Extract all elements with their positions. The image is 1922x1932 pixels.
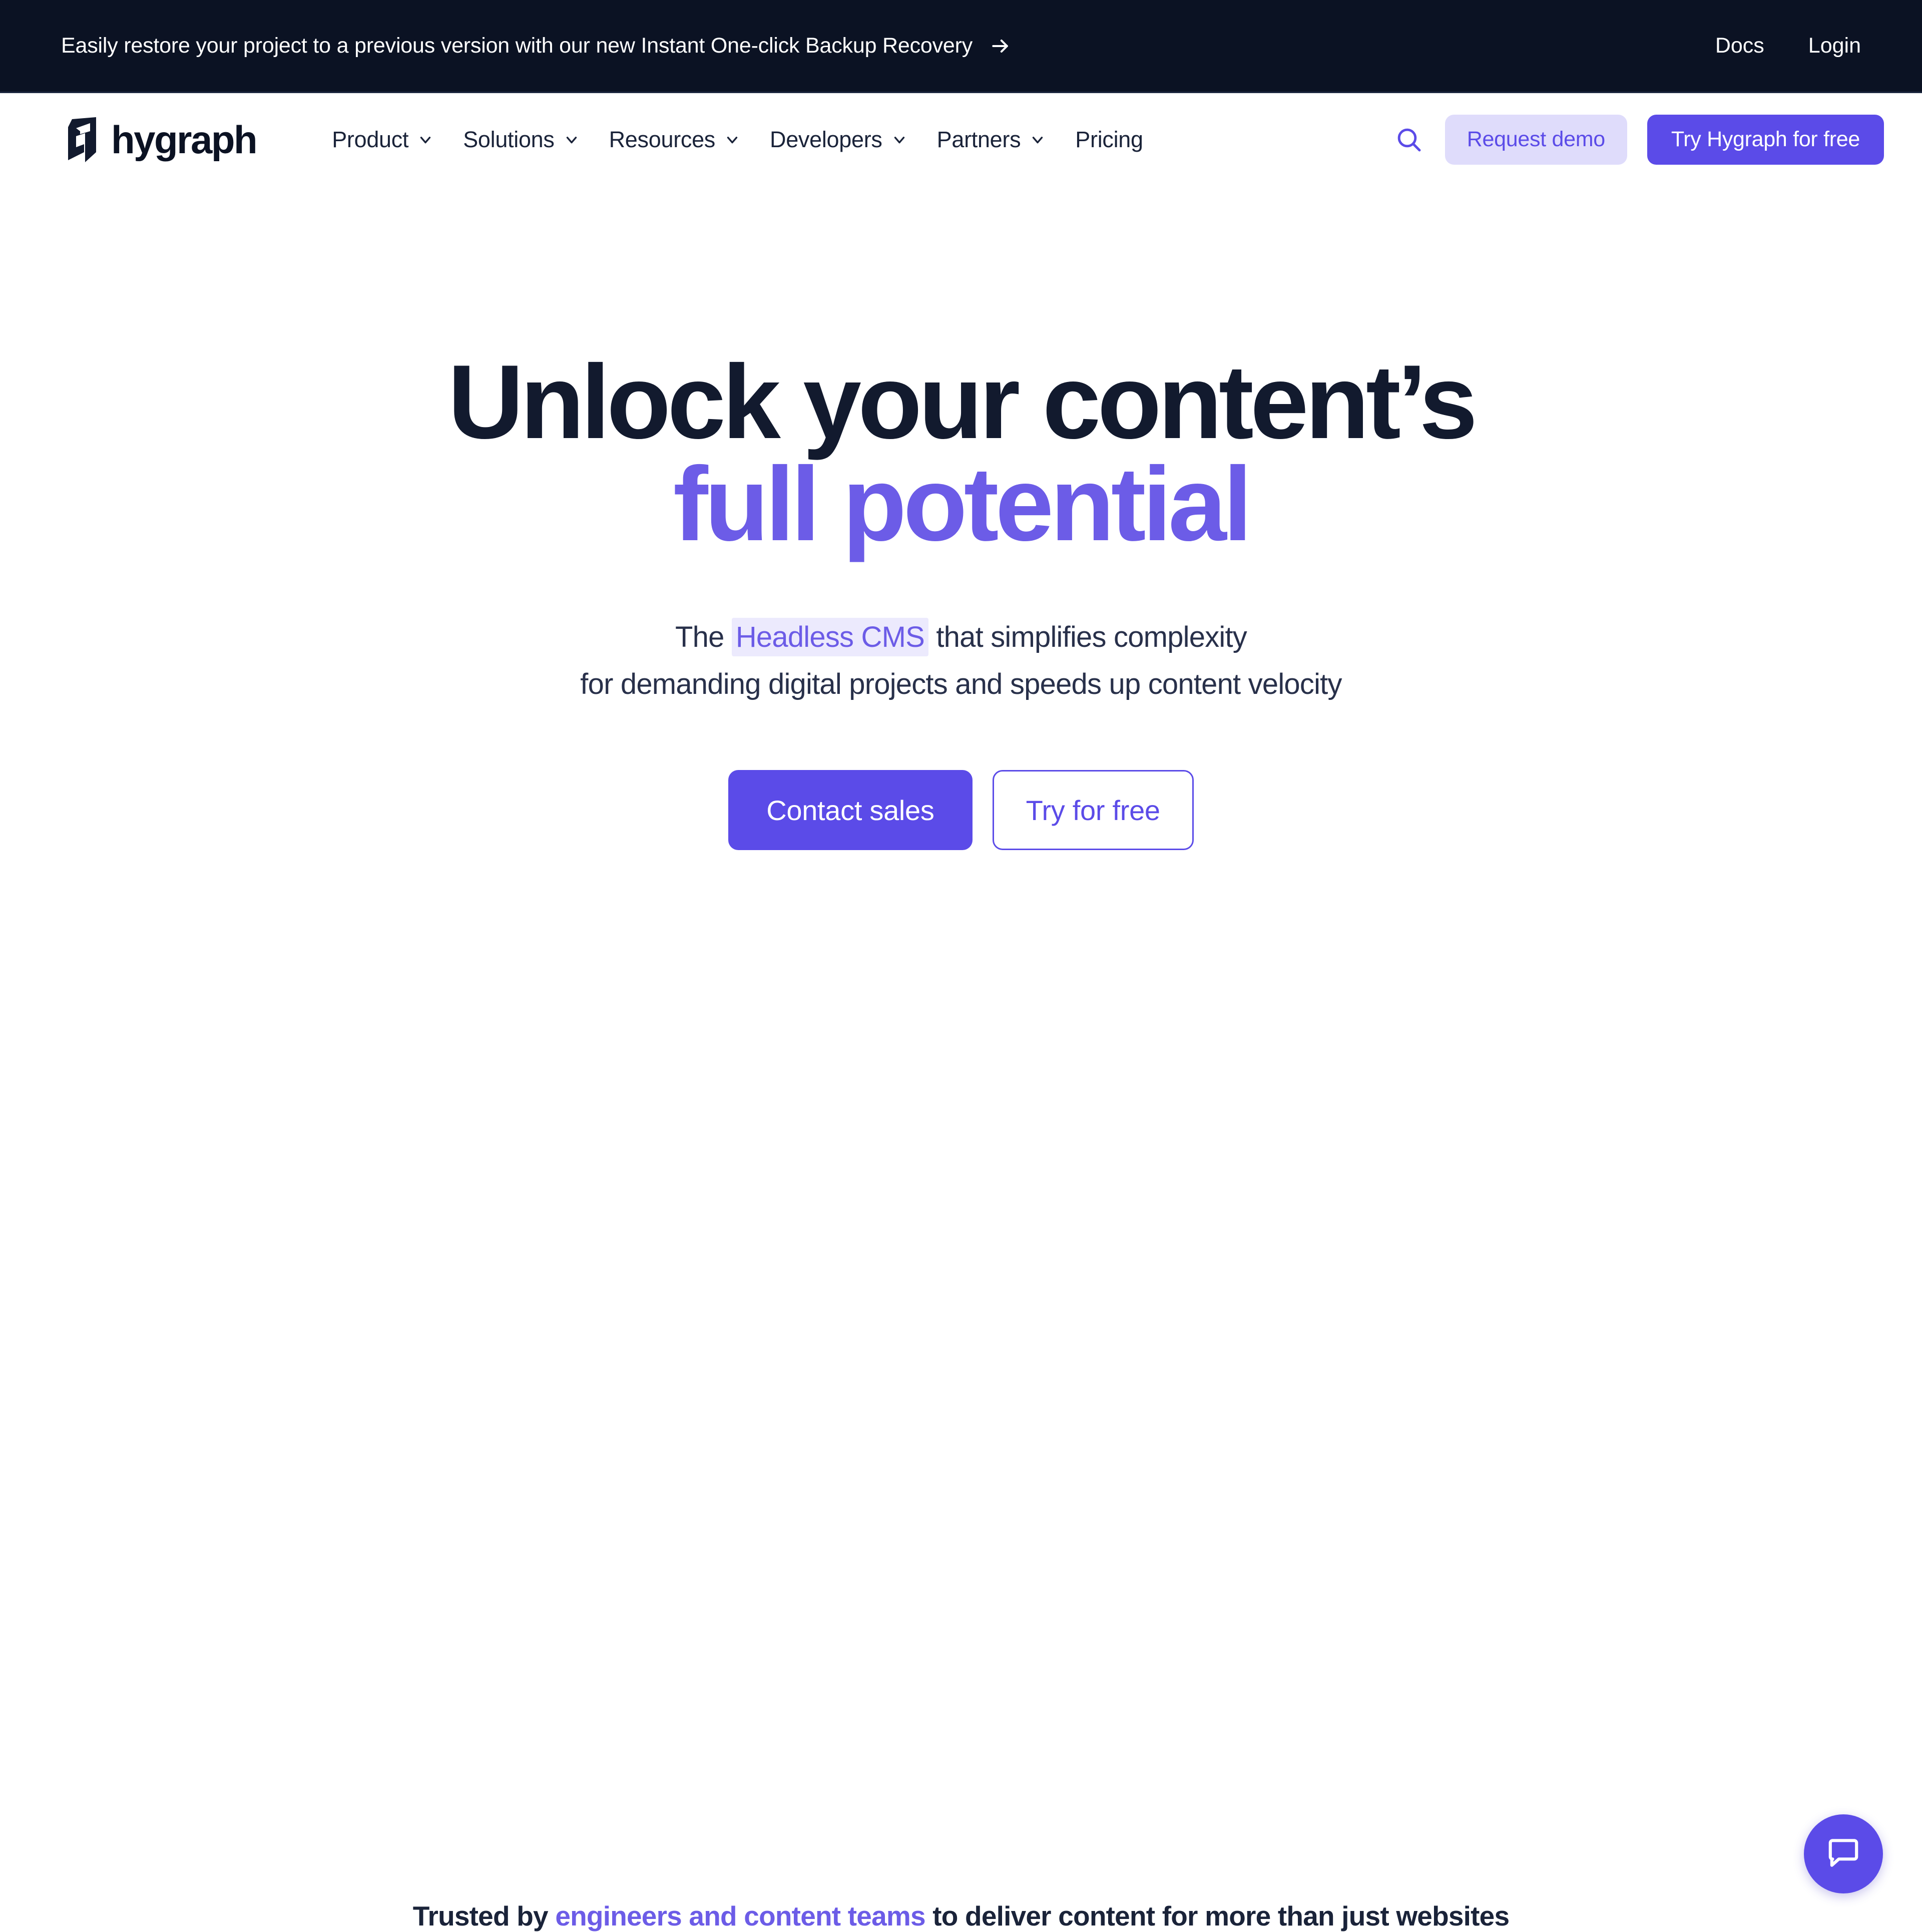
contact-sales-button[interactable]: Contact sales: [728, 770, 972, 850]
arrow-right-icon: [990, 35, 1012, 57]
chat-bubble-icon: [1825, 1834, 1862, 1874]
hero-section: Unlock your content’s full potential The…: [0, 186, 1922, 850]
hero-subtitle: The Headless CMS that simplifies complex…: [0, 614, 1922, 708]
announcement-text: Easily restore your project to a previou…: [61, 34, 973, 58]
hero-subtitle-prefix: The: [675, 621, 732, 653]
try-for-free-button[interactable]: Try for free: [993, 770, 1194, 850]
request-demo-button[interactable]: Request demo: [1445, 115, 1627, 165]
hygraph-logo-icon: [61, 116, 100, 163]
nav-actions: Request demo Try Hygraph for free: [1385, 115, 1884, 165]
announcement-banner: Easily restore your project to a previou…: [0, 0, 1922, 93]
nav-item-label: Pricing: [1075, 127, 1143, 153]
chevron-down-icon: [417, 131, 434, 148]
banner-links: Docs Login: [1715, 34, 1861, 58]
nav-item-solutions[interactable]: Solutions: [448, 127, 594, 153]
page-title: Unlock your content’s full potential: [0, 351, 1922, 555]
hero-subtitle-line-2: for demanding digital projects and speed…: [0, 661, 1922, 708]
chevron-down-icon: [563, 131, 580, 148]
banner-link-docs[interactable]: Docs: [1715, 34, 1764, 58]
nav-item-pricing[interactable]: Pricing: [1061, 127, 1157, 153]
chevron-down-icon: [724, 131, 741, 148]
hero-subtitle-line-1: The Headless CMS that simplifies complex…: [0, 614, 1922, 661]
hero-cta-group: Contact sales Try for free: [0, 770, 1922, 850]
trusted-prefix: Trusted by: [413, 1900, 556, 1931]
hero-title-line-2: full potential: [0, 453, 1922, 555]
trusted-suffix: to deliver content for more than just we…: [925, 1900, 1510, 1931]
main-navigation: hygraph Product Solutions Resources Deve…: [0, 93, 1922, 186]
brand-home-link[interactable]: hygraph: [61, 116, 256, 163]
nav-item-product[interactable]: Product: [317, 127, 448, 153]
announcement-link[interactable]: Easily restore your project to a previou…: [61, 34, 1012, 58]
nav-item-label: Developers: [770, 127, 882, 153]
chevron-down-icon: [891, 131, 908, 148]
headless-cms-highlight: Headless CMS: [732, 618, 928, 656]
chevron-down-icon: [1029, 131, 1046, 148]
trusted-accent: engineers and content teams: [555, 1900, 925, 1931]
hero-subtitle-suffix: that simplifies complexity: [928, 621, 1247, 653]
brand-wordmark: hygraph: [111, 120, 256, 159]
nav-links: Product Solutions Resources Developers P: [317, 127, 1158, 153]
chat-widget-button[interactable]: [1804, 1814, 1883, 1893]
try-hygraph-free-button[interactable]: Try Hygraph for free: [1647, 115, 1884, 165]
hero-title-line-1: Unlock your content’s: [448, 343, 1475, 461]
nav-item-label: Resources: [609, 127, 715, 153]
trusted-by-heading: Trusted by engineers and content teams t…: [0, 1900, 1922, 1932]
banner-link-login[interactable]: Login: [1808, 34, 1861, 58]
nav-item-developers[interactable]: Developers: [755, 127, 922, 153]
search-icon[interactable]: [1385, 116, 1433, 164]
nav-item-partners[interactable]: Partners: [922, 127, 1061, 153]
nav-item-label: Solutions: [463, 127, 554, 153]
nav-item-label: Partners: [937, 127, 1021, 153]
nav-item-resources[interactable]: Resources: [595, 127, 755, 153]
nav-item-label: Product: [332, 127, 408, 153]
